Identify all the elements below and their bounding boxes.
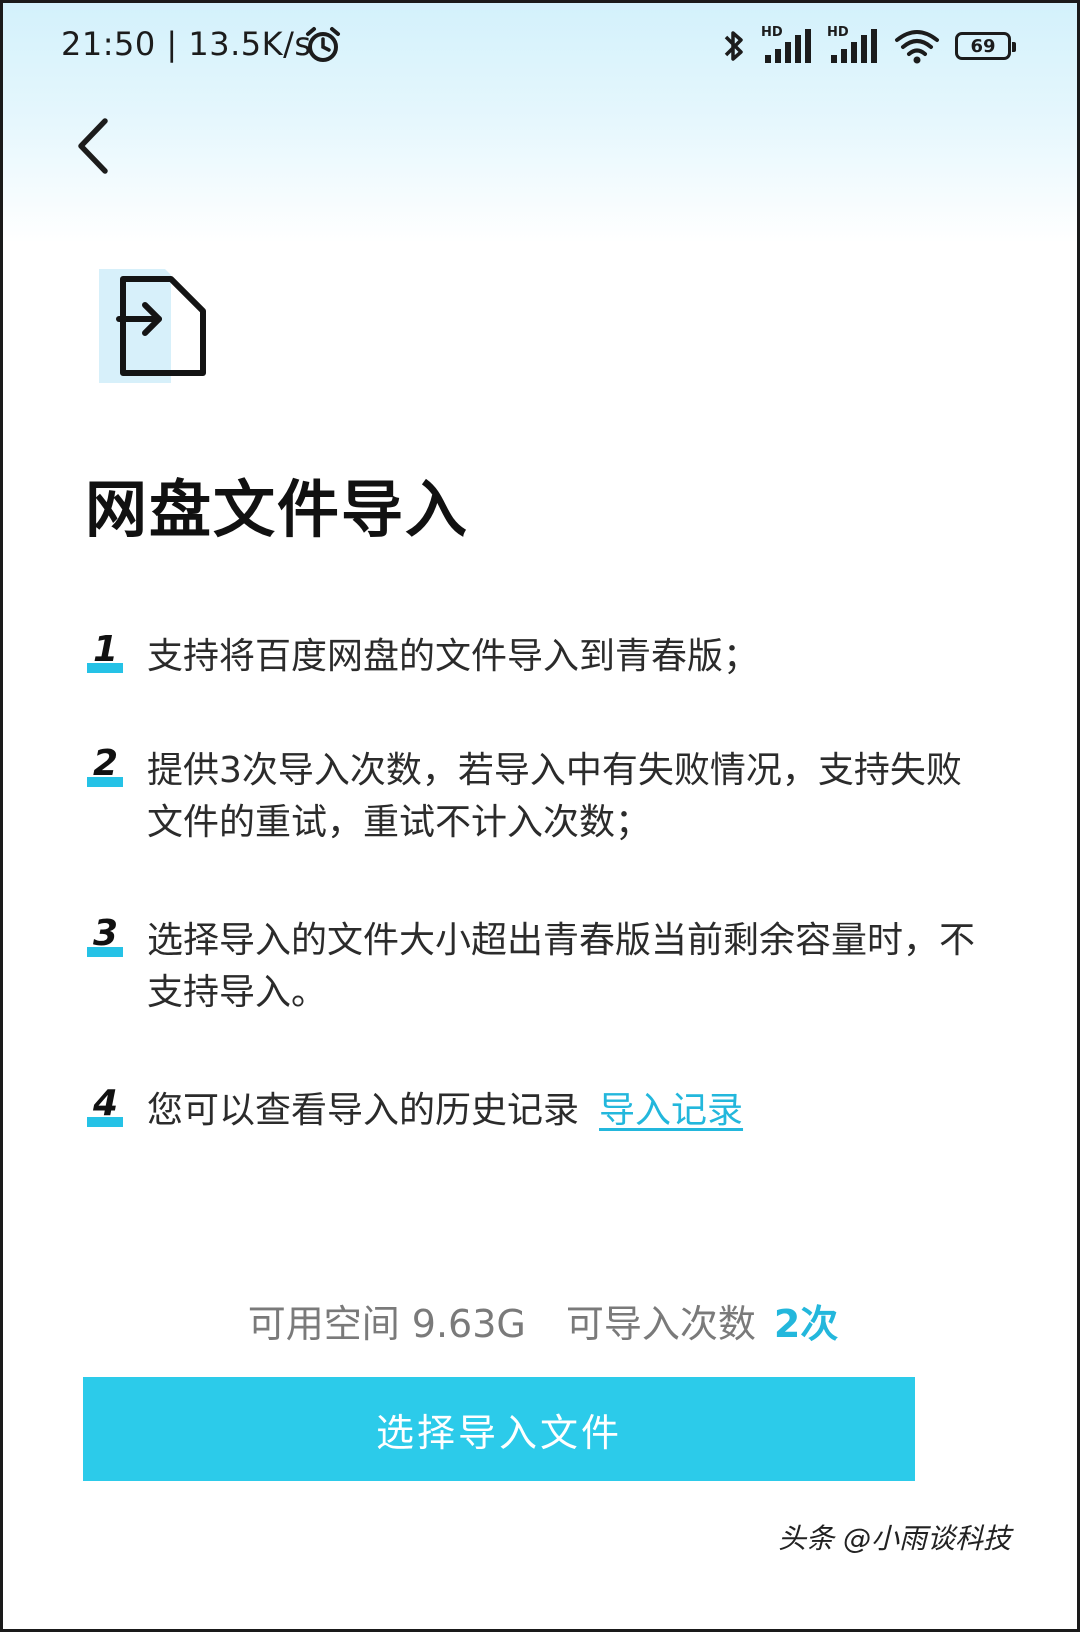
screen: 21:50 | 13.5K/s HD HD 69 网盘文件导入 1 支持将百度网… xyxy=(0,0,1080,1632)
rule-text: 支持将百度网盘的文件导入到青春版； xyxy=(147,636,760,677)
import-history-link[interactable]: 导入记录 xyxy=(599,1090,743,1131)
file-import-icon xyxy=(99,269,206,383)
status-bar: 21:50 | 13.5K/s HD HD 69 xyxy=(3,3,1077,93)
select-import-file-button[interactable]: 选择导入文件 xyxy=(83,1377,915,1481)
quota-info: 可用空间 9.63G 可导入次数 2次 xyxy=(3,1293,1077,1348)
signal-icon-2: HD xyxy=(827,25,879,65)
rule-text: 提供3次导入次数，若导入中有失败情况，支持失败文件的重试，重试不计入次数； xyxy=(147,750,962,843)
rule-text: 您可以查看导入的历史记录 导入记录 xyxy=(147,1090,744,1131)
status-icons: HD HD 69 xyxy=(721,25,1016,67)
import-count-value: 2次 xyxy=(773,1302,839,1346)
rule-number: 2 xyxy=(85,743,125,791)
available-space: 可用空间 9.63G xyxy=(247,1302,526,1346)
rule-text: 选择导入的文件大小超出青春版当前剩余容量时，不支持导入。 xyxy=(147,920,976,1013)
wifi-icon xyxy=(895,30,939,64)
battery-icon: 69 xyxy=(955,32,1016,60)
chevron-left-icon xyxy=(78,118,108,174)
rule-number: 4 xyxy=(85,1083,125,1131)
status-time: 21:50 | 13.5K/s xyxy=(61,25,312,63)
alarm-icon xyxy=(306,27,340,62)
back-button[interactable] xyxy=(67,111,127,181)
import-count-label: 可导入次数 xyxy=(565,1302,756,1346)
page-title: 网盘文件导入 xyxy=(85,473,470,546)
watermark: 头条 @小雨谈科技 xyxy=(778,1522,1011,1555)
signal-icon-1: HD xyxy=(761,25,813,65)
rule-number: 1 xyxy=(85,629,125,677)
bluetooth-icon xyxy=(724,31,743,61)
rule-number: 3 xyxy=(85,913,125,961)
